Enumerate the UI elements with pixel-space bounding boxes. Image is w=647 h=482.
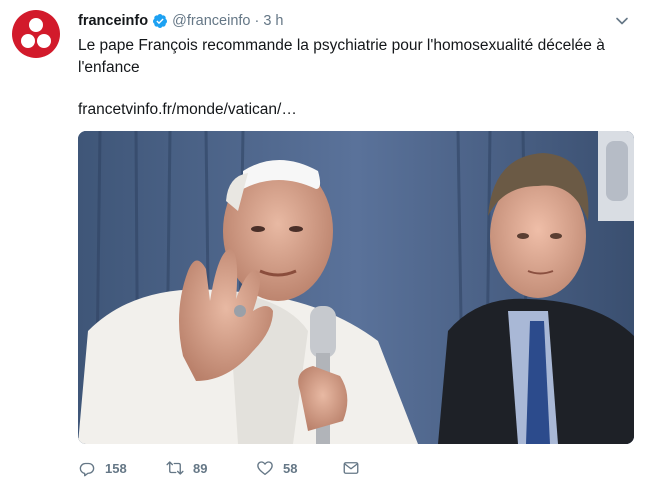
tweet-text: Le pape François recommande la psychiatr… [78,37,605,76]
reply-button[interactable]: 158 [78,459,166,477]
like-button[interactable]: 58 [256,459,342,477]
like-count: 58 [283,460,298,476]
reply-icon [79,462,95,477]
separator: · [254,13,260,29]
avatar[interactable] [12,10,60,58]
retweet-count: 89 [193,460,208,476]
retweet-icon [166,461,184,475]
tweet-card[interactable]: franceinfo @franceinfo · 3 h Le pape Fra… [0,0,647,482]
envelope-icon [343,462,359,474]
heart-icon [257,461,273,476]
photo-image [78,131,634,444]
retweet-button[interactable]: 89 [166,459,256,477]
tweet-actions: 158 89 58 [78,457,360,479]
tweet-header: franceinfo @franceinfo · 3 h [78,11,284,31]
logo-dot [21,34,35,48]
tweet-link[interactable]: francetvinfo.fr/monde/vatican/… [78,99,297,121]
reply-count: 158 [105,460,127,476]
tweet-photo[interactable] [78,131,634,444]
author-name[interactable]: franceinfo [78,13,148,29]
verified-badge-icon [153,14,168,28]
logo-dot [29,18,43,32]
author-handle[interactable]: @franceinfo [172,13,250,29]
timestamp[interactable]: 3 h [263,13,283,29]
chevron-down-icon[interactable] [615,14,629,28]
direct-message-button[interactable] [342,459,360,477]
logo-dot [37,34,51,48]
